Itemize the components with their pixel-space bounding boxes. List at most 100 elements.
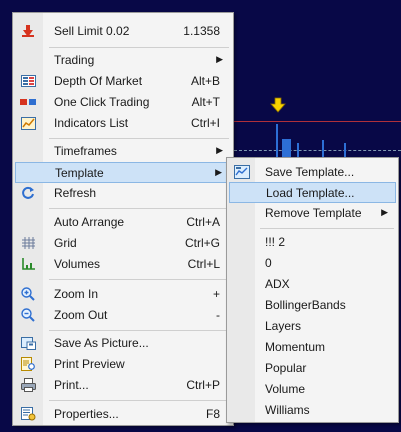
menu-item-label: Remove Template — [265, 206, 362, 220]
menu-separator — [49, 47, 229, 48]
menu-separator — [49, 279, 229, 280]
menu-item-timeframes[interactable]: Timeframes ▶ — [15, 141, 231, 162]
menu-separator — [49, 208, 229, 209]
volume-bar — [282, 139, 291, 158]
menu-item-label: Print... — [54, 378, 89, 392]
menu-item-grid[interactable]: Grid Ctrl+G — [15, 233, 231, 254]
menu-item-print-preview[interactable]: Print Preview — [15, 354, 231, 375]
menu-item-label: Auto Arrange — [54, 215, 125, 229]
menu-item-shortcut: Ctrl+G — [184, 236, 220, 250]
menu-item-shortcut: Alt+B — [190, 74, 220, 88]
menu-item-template-entry[interactable]: Momentum — [229, 337, 396, 358]
submenu-arrow-icon: ▶ — [216, 54, 223, 64]
volume-bar — [322, 140, 324, 158]
menu-item-shortcut: - — [216, 308, 220, 322]
menu-item-shortcut: 1.1358 — [183, 24, 220, 38]
menu-item-label: Zoom In — [54, 287, 99, 301]
grid-icon — [20, 236, 36, 250]
volumes-icon — [20, 257, 36, 271]
menu-item-label: BollingerBands — [265, 298, 346, 312]
menu-item-template-entry[interactable]: Williams — [229, 400, 396, 421]
menu-item-label: Indicators List — [54, 116, 129, 130]
save-picture-icon — [20, 336, 36, 350]
print-preview-icon — [20, 357, 36, 371]
menu-item-label: Momentum — [265, 340, 326, 354]
menu-item-save-template[interactable]: Save Template... — [229, 162, 396, 183]
menu-separator — [260, 228, 394, 229]
zoom-in-icon — [20, 287, 36, 301]
printer-icon — [20, 378, 36, 392]
menu-item-shortcut: Ctrl+P — [186, 378, 220, 392]
menu-item-remove-template[interactable]: Remove Template ▶ — [229, 203, 396, 224]
menu-item-shortcut: F8 — [205, 407, 220, 421]
template-submenu: Save Template... Load Template... Remove… — [226, 157, 399, 423]
menu-item-label: Properties... — [54, 407, 119, 421]
menu-item-zoom-in[interactable]: Zoom In + — [15, 284, 231, 305]
menu-item-label: Template — [55, 166, 104, 180]
menu-item-template-entry[interactable]: Popular — [229, 358, 396, 379]
menu-item-label: Depth Of Market — [54, 74, 143, 88]
volume-bar — [276, 124, 278, 158]
menu-item-label: Volume — [265, 382, 306, 396]
menu-item-template-entry[interactable]: Volume — [229, 379, 396, 400]
depth-of-market-icon — [20, 74, 36, 88]
menu-item-label: Layers — [265, 319, 302, 333]
submenu-arrow-icon: ▶ — [215, 167, 222, 177]
down-arrow-yellow-icon — [270, 97, 286, 113]
menu-item-shortcut: Alt+T — [191, 95, 220, 109]
menu-item-label: Load Template... — [266, 186, 355, 200]
menu-item-label: Volumes — [54, 257, 101, 271]
menu-item-save-as-picture[interactable]: Save As Picture... — [15, 333, 231, 354]
volume-bar — [344, 143, 346, 158]
menu-item-template-entry[interactable]: ADX — [229, 274, 396, 295]
one-click-trading-icon — [20, 95, 36, 109]
menu-item-template[interactable]: Template ▶ — [15, 162, 231, 183]
menu-item-label: Grid — [54, 236, 77, 250]
menu-item-one-click-trading[interactable]: One Click Trading Alt+T — [15, 92, 231, 113]
chart-context-menu: Sell Limit 0.02 1.1358 Trading ▶ Depth O… — [12, 12, 234, 426]
grid-line — [234, 150, 401, 151]
menu-item-load-template[interactable]: Load Template... — [229, 182, 396, 203]
sell-arrow-icon — [20, 24, 36, 38]
menu-item-shortcut: Ctrl+I — [190, 116, 220, 130]
menu-item-label: Timeframes — [54, 144, 117, 158]
menu-separator — [49, 400, 229, 401]
menu-item-shortcut: + — [212, 287, 220, 301]
menu-item-shortcut: Ctrl+A — [186, 215, 220, 229]
volume-bar — [297, 143, 299, 158]
menu-item-label: One Click Trading — [54, 95, 150, 109]
menu-item-label: Save Template... — [265, 165, 355, 179]
menu-item-properties[interactable]: Properties... F8 — [15, 404, 231, 425]
menu-item-depth-of-market[interactable]: Depth Of Market Alt+B — [15, 71, 231, 92]
price-line — [234, 121, 401, 122]
menu-item-auto-arrange[interactable]: Auto Arrange Ctrl+A — [15, 212, 231, 233]
refresh-icon — [20, 186, 36, 200]
menu-item-label: !!! 2 — [265, 235, 286, 249]
menu-item-label: Zoom Out — [54, 308, 108, 322]
menu-item-print[interactable]: Print... Ctrl+P — [15, 375, 231, 396]
menu-item-label: Trading — [54, 53, 95, 67]
menu-item-template-entry[interactable]: !!! 2 — [229, 232, 396, 253]
menu-item-trading[interactable]: Trading ▶ — [15, 50, 231, 71]
menu-item-template-entry[interactable]: BollingerBands — [229, 295, 396, 316]
menu-item-zoom-out[interactable]: Zoom Out - — [15, 305, 231, 326]
menu-item-refresh[interactable]: Refresh — [15, 183, 231, 204]
menu-item-volumes[interactable]: Volumes Ctrl+L — [15, 254, 231, 275]
menu-item-template-entry[interactable]: Layers — [229, 316, 396, 337]
submenu-arrow-icon: ▶ — [381, 207, 388, 217]
save-template-icon — [234, 165, 250, 179]
menu-item-label: Refresh — [54, 186, 97, 200]
menu-separator — [49, 138, 229, 139]
menu-item-template-entry[interactable]: 0 — [229, 253, 396, 274]
properties-icon — [20, 407, 36, 421]
menu-item-label: 0 — [265, 256, 272, 270]
menu-separator — [49, 330, 229, 331]
zoom-out-icon — [20, 308, 36, 322]
menu-item-sell-limit[interactable]: Sell Limit 0.02 1.1358 — [15, 21, 231, 42]
menu-item-label: ADX — [265, 277, 290, 291]
menu-item-label: Print Preview — [54, 357, 125, 371]
menu-item-indicators-list[interactable]: Indicators List Ctrl+I — [15, 113, 231, 134]
menu-item-label: Sell Limit 0.02 — [54, 24, 130, 38]
indicators-list-icon — [20, 116, 36, 130]
menu-item-label: Williams — [265, 403, 310, 417]
